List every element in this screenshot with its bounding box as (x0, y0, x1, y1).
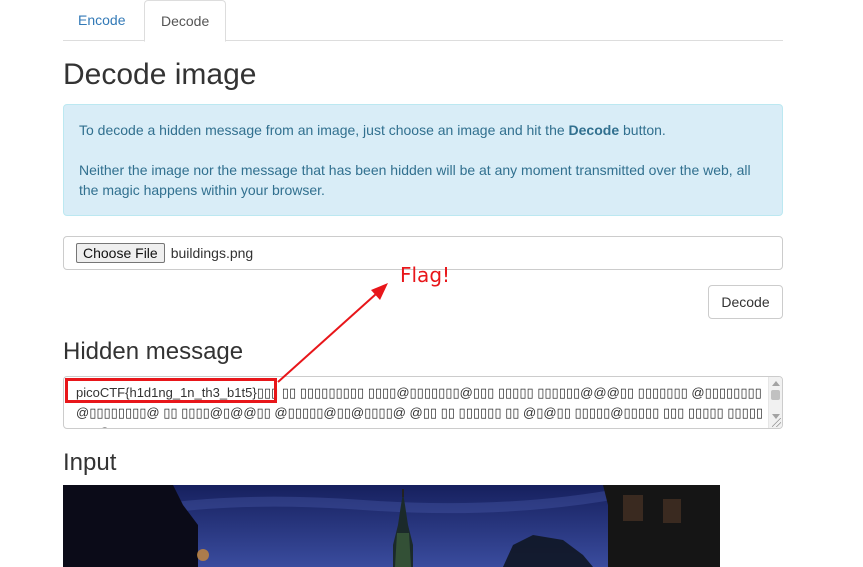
input-heading: Input (63, 449, 117, 476)
info-decode-bold: Decode (568, 122, 620, 138)
hidden-message-heading: Hidden message (63, 338, 244, 365)
flag-highlight-box (65, 378, 277, 403)
scroll-up-icon[interactable] (772, 381, 780, 386)
page-title: Decode image (63, 58, 257, 91)
info-line-1: To decode a hidden message from an image… (79, 122, 666, 138)
info-line-2: Neither the image nor the message that h… (79, 162, 751, 198)
tab-bar: Encode Decode (63, 0, 783, 42)
input-image (63, 485, 720, 567)
tab-encode[interactable]: Encode (63, 0, 140, 41)
file-name: buildings.png (170, 245, 254, 261)
buildings-image (63, 485, 720, 567)
info-alert: To decode a hidden message from an image… (63, 104, 783, 216)
scroll-thumb[interactable] (771, 390, 780, 400)
resize-handle-icon[interactable] (772, 418, 781, 427)
tab-decode[interactable]: Decode (144, 0, 227, 42)
flag-annotation-label: Flag! (400, 263, 451, 287)
choose-file-button[interactable]: Choose File (76, 243, 165, 263)
decode-button[interactable]: Decode (708, 285, 783, 319)
